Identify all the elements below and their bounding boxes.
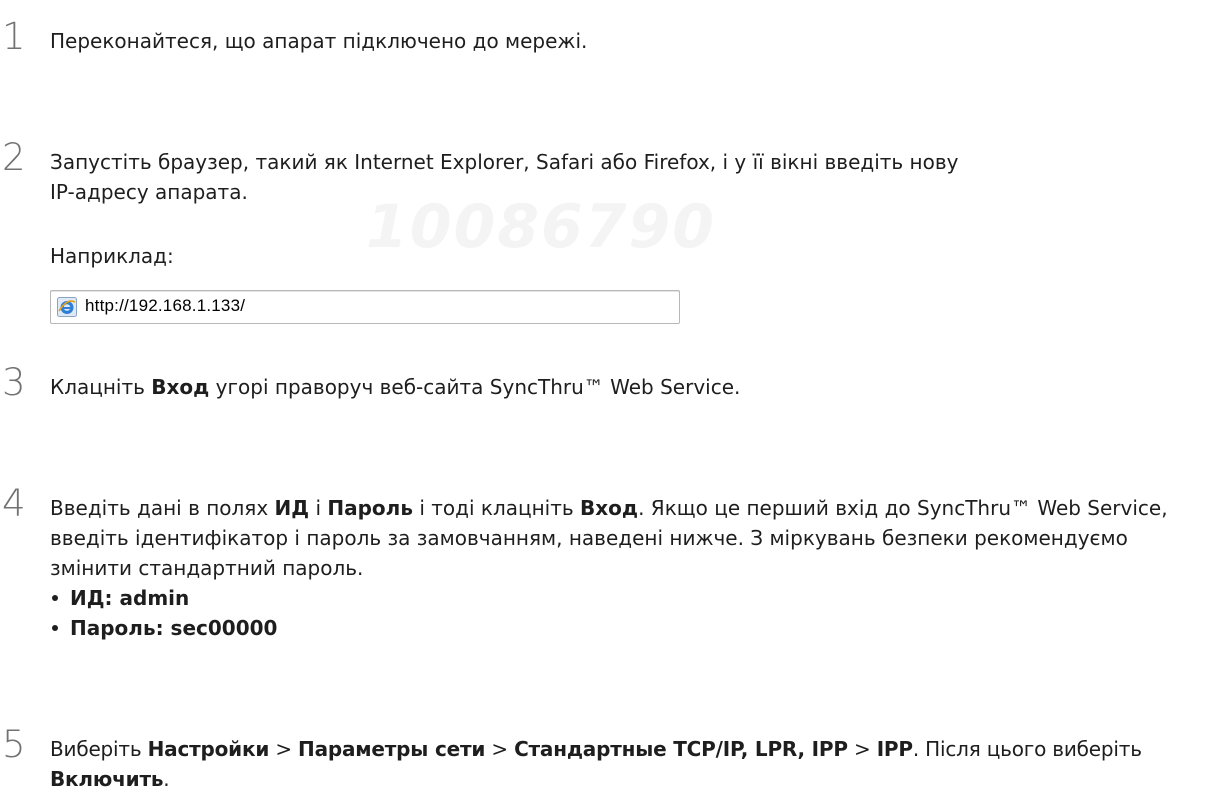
ui-term: Параметры сети <box>298 737 486 761</box>
step-number: 3 <box>2 361 26 404</box>
text-segment: Виберіть <box>50 737 148 761</box>
url-text: http://192.168.1.133/ <box>85 296 246 315</box>
path-separator: > <box>847 737 877 761</box>
browser-address-bar: http://192.168.1.133/ <box>50 290 680 324</box>
text-segment: Клацніть <box>50 375 152 399</box>
step-text: Виберіть Настройки > Параметры сети > Ст… <box>50 734 1195 794</box>
credentials-list: ИД: admin Пароль: sec00000 <box>50 583 1195 643</box>
step-number: 2 <box>2 136 26 179</box>
ui-term: Стандартные TCP/IP, LPR, IPP <box>514 737 848 761</box>
ui-term: ИД <box>274 496 310 520</box>
step-text: Переконайтеся, що апарат підключено до м… <box>50 29 588 53</box>
example-label: Наприклад: <box>50 244 174 268</box>
internet-explorer-icon <box>57 297 77 317</box>
step-text: Запустіть браузер, такий як Internet Exp… <box>50 147 1195 207</box>
list-item: Пароль: sec00000 <box>50 613 1195 643</box>
text-segment: . <box>163 767 170 791</box>
ui-term: IPP <box>876 737 913 761</box>
path-separator: > <box>485 737 515 761</box>
step-number: 5 <box>2 723 26 766</box>
ui-term: Вход <box>151 375 210 399</box>
step-text: Клацніть Вход угорі праворуч веб-сайта S… <box>50 372 1195 402</box>
step-text-line: Запустіть браузер, такий як Internet Exp… <box>50 150 959 174</box>
text-segment: Введіть дані в полях <box>50 496 275 520</box>
step-text-line: IP-адресу апарата. <box>50 180 248 204</box>
text-segment: і тоді клацніть <box>412 496 581 520</box>
step-number: 1 <box>2 15 26 58</box>
ui-term: Пароль <box>327 496 413 520</box>
text-segment: . Після цього виберіть <box>912 737 1142 761</box>
ui-term: Вход <box>580 496 639 520</box>
text-segment: угорі праворуч веб-сайта SyncThru™ Web S… <box>209 375 741 399</box>
ui-term: Настройки <box>147 737 270 761</box>
path-separator: > <box>269 737 299 761</box>
step-number: 4 <box>2 482 26 525</box>
list-item: ИД: admin <box>50 583 1195 613</box>
ui-term: Включить <box>50 767 164 791</box>
step-text: Введіть дані в полях ИД і Пароль і тоді … <box>50 493 1195 643</box>
text-segment: і <box>309 496 328 520</box>
